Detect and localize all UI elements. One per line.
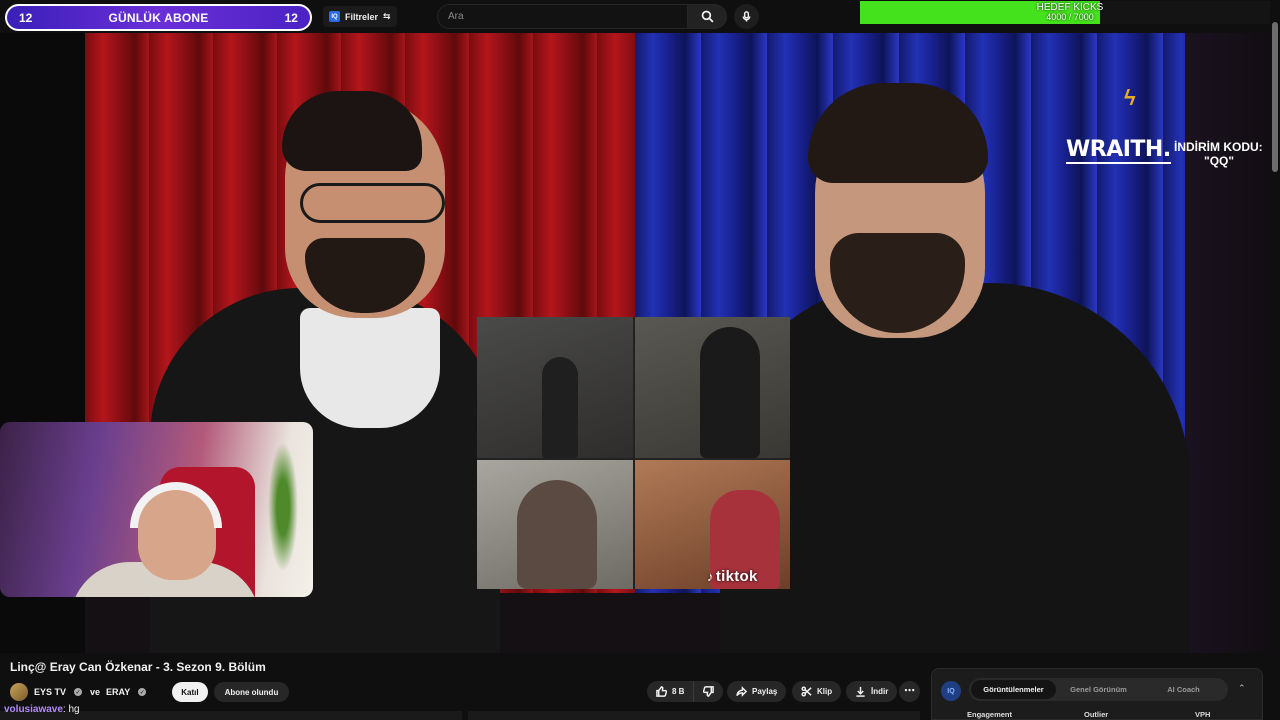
download-icon bbox=[856, 686, 865, 697]
share-icon bbox=[736, 686, 747, 697]
like-button[interactable]: 8 B bbox=[647, 681, 695, 702]
backdrop-edge bbox=[1185, 33, 1270, 653]
chevron-up-icon[interactable]: ⌃ bbox=[1238, 683, 1246, 694]
thumbs-down-icon bbox=[703, 686, 715, 697]
metric-engagement: Engagement bbox=[967, 710, 1013, 719]
top-bar: 12 GÜNLÜK ABONE 12 IQ Filtreler ⇆ Ara HE… bbox=[0, 0, 1280, 33]
iq-extension-icon: IQ bbox=[329, 11, 340, 22]
more-icon: ⋯ bbox=[904, 685, 915, 697]
kicks-goal-bar: HEDEF KICKS 4000 / 7000 bbox=[860, 1, 1280, 24]
collab-channel-name[interactable]: ERAY bbox=[106, 687, 130, 697]
collage-figure bbox=[700, 327, 760, 458]
chat-username[interactable]: volusiawave bbox=[4, 704, 63, 715]
share-label: Paylaş bbox=[752, 687, 778, 696]
iq-analytics-panel: IQ Görüntülenmeler Genel Görünüm AI Coac… bbox=[931, 668, 1263, 720]
sponsor-logo-mark: ϟ bbox=[1124, 85, 1136, 110]
kicks-goal-progress: 4000 / 7000 bbox=[1046, 12, 1094, 22]
video-title: Linç@ Eray Can Özkenar - 3. Sezon 9. Böl… bbox=[10, 660, 266, 674]
download-action: İndir bbox=[846, 681, 898, 702]
collage-figure bbox=[517, 480, 597, 589]
guest-hair bbox=[282, 91, 422, 171]
share-action: Paylaş bbox=[727, 681, 787, 702]
plant bbox=[268, 442, 298, 572]
tiktok-icon: ♪ bbox=[707, 569, 714, 584]
host-body bbox=[720, 283, 1190, 653]
guest-shirt bbox=[300, 308, 440, 428]
search-icon bbox=[701, 10, 714, 23]
daily-subscriber-goal: 12 GÜNLÜK ABONE 12 bbox=[5, 4, 312, 31]
clip-button[interactable]: Klip bbox=[792, 681, 842, 702]
collage-tile-1 bbox=[477, 317, 633, 458]
sub-goal-left-count: 12 bbox=[19, 10, 33, 25]
verified-icon: ✓ bbox=[74, 688, 83, 696]
download-button[interactable]: İndir bbox=[846, 681, 898, 702]
channel-name[interactable]: EYS TV bbox=[34, 687, 66, 697]
filters-label: Filtreler bbox=[345, 11, 379, 22]
search-button[interactable] bbox=[687, 4, 727, 29]
sponsor-brand: WRAITH. bbox=[1066, 137, 1171, 164]
verified-icon: ✓ bbox=[138, 688, 147, 696]
sub-goal-title: GÜNLÜK ABONE bbox=[108, 10, 209, 25]
filters-button[interactable]: IQ Filtreler ⇆ bbox=[323, 6, 397, 27]
voice-search-button[interactable] bbox=[734, 4, 759, 29]
tiktok-watermark: ♪ tiktok bbox=[707, 568, 758, 585]
scissors-icon bbox=[801, 686, 812, 697]
iq-logo-icon: IQ bbox=[941, 681, 961, 701]
metric-outlier: Outlier bbox=[1084, 710, 1109, 719]
tab-views[interactable]: Görüntülenmeler bbox=[971, 680, 1056, 699]
download-label: İndir bbox=[871, 687, 889, 696]
tab-overview[interactable]: Genel Görünüm bbox=[1056, 680, 1141, 699]
promo-code: "QQ" bbox=[1204, 154, 1235, 168]
tiktok-watermark-text: tiktok bbox=[715, 568, 758, 585]
metric-vph: VPH bbox=[1195, 710, 1211, 719]
like-count: 8 B bbox=[672, 687, 685, 696]
tiktok-collage: ♪ tiktok bbox=[477, 317, 790, 589]
sliders-icon: ⇆ bbox=[383, 11, 391, 21]
more-actions-button[interactable]: ⋯ bbox=[899, 681, 920, 702]
scrollbar-thumb[interactable] bbox=[1272, 22, 1278, 172]
share-button[interactable]: Paylaş bbox=[727, 681, 787, 702]
dislike-button[interactable] bbox=[694, 681, 724, 702]
clip-action: Klip bbox=[792, 681, 842, 702]
promo-label: İNDİRİM KODU: bbox=[1174, 140, 1263, 154]
collage-tile-2 bbox=[635, 317, 790, 458]
subscribed-button[interactable]: Abone olundu bbox=[213, 682, 290, 702]
collage-tile-3 bbox=[477, 460, 633, 589]
tab-ai-coach[interactable]: AI Coach bbox=[1141, 680, 1226, 699]
side-box[interactable] bbox=[468, 711, 920, 720]
streamer-webcam bbox=[0, 422, 313, 597]
page-scrollbar[interactable] bbox=[1270, 0, 1280, 720]
channel-joiner: ve bbox=[90, 687, 101, 697]
channel-avatar[interactable] bbox=[10, 683, 28, 701]
video-player[interactable]: ϟ WRAITH. İNDİRİM KODU: "QQ" ♪ tiktok bbox=[0, 33, 1270, 653]
mic-icon bbox=[742, 11, 751, 22]
join-button[interactable]: Katıl bbox=[172, 682, 208, 702]
like-dislike-group: 8 B bbox=[647, 681, 724, 702]
iq-tab-bar: Görüntülenmeler Genel Görünüm AI Coach bbox=[969, 678, 1228, 701]
search-input[interactable]: Ara bbox=[437, 4, 687, 29]
sub-goal-right-count: 12 bbox=[284, 10, 298, 25]
collage-figure bbox=[542, 357, 578, 458]
chat-message: volusiawave: hg bbox=[4, 704, 80, 715]
clip-label: Klip bbox=[817, 687, 833, 696]
description-area bbox=[0, 711, 920, 720]
thumbs-up-icon bbox=[656, 686, 667, 697]
channel-row: EYS TV ✓ ve ERAY ✓ Katıl Abone olundu bbox=[10, 682, 290, 702]
guest-glasses bbox=[300, 183, 445, 223]
chat-text: : hg bbox=[62, 704, 80, 715]
